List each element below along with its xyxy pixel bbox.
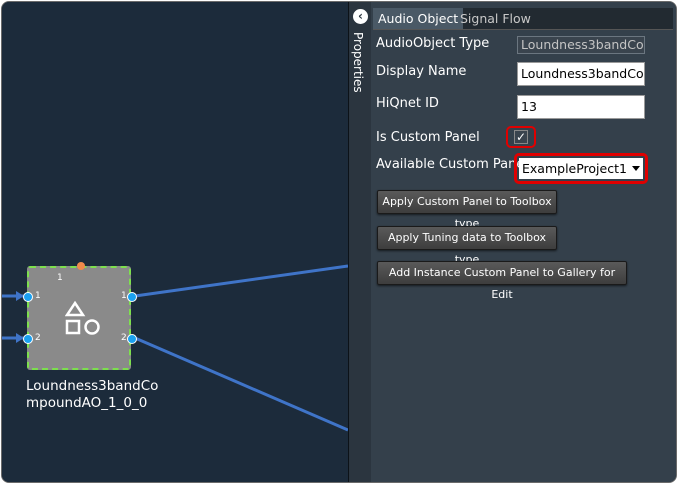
node-label-line-2: mpoundAO_1_0_0 <box>26 395 148 411</box>
output-port-1[interactable] <box>127 292 137 302</box>
hiqnet-id-label: HiQnet ID <box>376 96 439 111</box>
output-port-number-1: 1 <box>121 291 127 301</box>
is-custom-panel-label: Is Custom Panel <box>376 130 480 145</box>
property-tabs: Audio Object Signal Flow <box>373 8 673 30</box>
available-custom-panels-value: ExampleProject1 <box>522 161 627 176</box>
input-port-number-2: 2 <box>35 333 41 343</box>
node-top-port-number: 1 <box>57 273 63 283</box>
is-custom-panel-checkbox[interactable]: ✓ <box>514 130 528 144</box>
input-port-1[interactable] <box>23 292 33 302</box>
tab-signal-flow[interactable]: Signal Flow <box>455 8 536 29</box>
dropdown-caret-icon <box>632 166 640 171</box>
apply-tuning-data-button[interactable]: Apply Tuning data to Toolbox type <box>377 226 557 266</box>
collapse-chevron-icon[interactable]: ‹ <box>353 9 368 24</box>
available-panels-highlight: ExampleProject1 <box>514 153 648 184</box>
apply-custom-panel-button[interactable]: Apply Custom Panel to Toolbox type <box>377 190 557 230</box>
input-port-2[interactable] <box>23 334 33 344</box>
available-custom-panels-label: Available Custom Panels <box>376 157 535 172</box>
node-top-port[interactable] <box>77 262 85 270</box>
input-port-number-1: 1 <box>35 291 41 301</box>
hiqnet-id-input[interactable]: 13 <box>517 95 645 119</box>
audio-object-node[interactable]: 1 1 2 1 2 <box>23 262 137 370</box>
output-port-number-2: 2 <box>121 333 127 343</box>
signal-flow-canvas[interactable]: 1 1 2 1 2 Loundness3bandCo mpoundAO_1_0_… <box>2 2 348 482</box>
tab-audio-object[interactable]: Audio Object <box>373 8 464 29</box>
properties-panel: ‹ Properties Audio Object Signal Flow Au… <box>348 2 676 482</box>
properties-side-label: Properties <box>351 32 365 93</box>
custom-panel-highlight: ✓ <box>506 126 536 148</box>
node-label: Loundness3bandCo mpoundAO_1_0_0 <box>26 378 176 412</box>
audio-object-type-field: Loundness3bandCompoundAO <box>517 36 645 54</box>
audio-object-type-label: AudioObject Type <box>376 36 490 51</box>
output-wire-1[interactable] <box>134 264 348 298</box>
add-instance-custom-panel-button[interactable]: Add Instance Custom Panel to Gallery for… <box>377 261 627 301</box>
display-name-input[interactable]: Loundness3bandCompoundAO <box>517 62 645 86</box>
display-name-label: Display Name <box>376 64 467 79</box>
shapes-icon <box>65 300 100 335</box>
node-label-line-1: Loundness3bandCo <box>26 378 159 394</box>
app-window: 1 1 2 1 2 Loundness3bandCo mpoundAO_1_0_… <box>1 1 677 483</box>
available-custom-panels-select[interactable]: ExampleProject1 <box>519 158 643 179</box>
output-port-2[interactable] <box>127 334 137 344</box>
properties-side-tab[interactable]: ‹ Properties <box>349 2 371 482</box>
